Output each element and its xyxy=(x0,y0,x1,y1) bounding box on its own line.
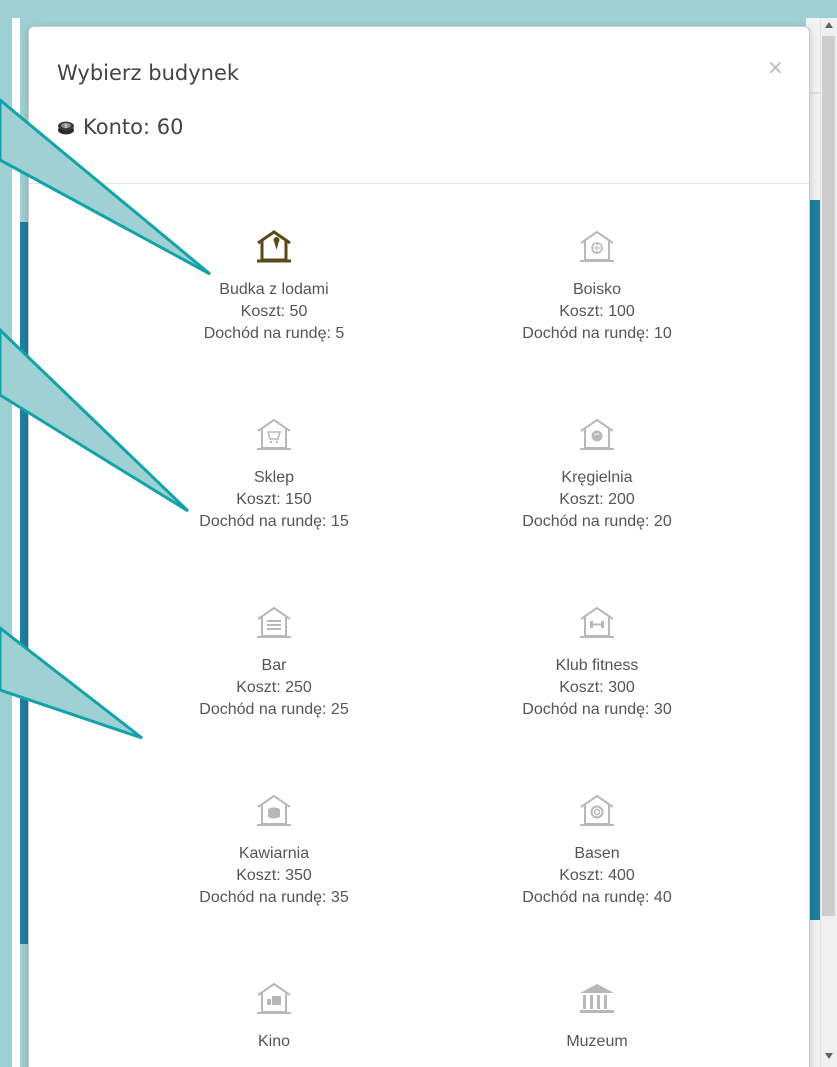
ice-cream-house-icon[interactable] xyxy=(254,229,294,265)
building-option[interactable]: Sklep Koszt: 150 Dochód na rundę: 15 xyxy=(124,417,424,533)
building-option[interactable]: Budka z lodami Koszt: 50 Dochód na rundę: … xyxy=(124,229,424,345)
account-label: Konto: 60 xyxy=(83,115,184,139)
pool-house-icon[interactable] xyxy=(577,793,617,829)
building-cost: Koszt: 400 xyxy=(559,867,635,884)
building-option[interactable]: Kawiarnia Koszt: 350 Dochód na rundę: 35 xyxy=(124,793,424,909)
building-income: Dochód na rundę: 15 xyxy=(199,513,349,530)
building-cost: Koszt: 150 xyxy=(236,491,312,508)
museum-icon[interactable] xyxy=(577,981,617,1017)
building-cost: Koszt: 50 xyxy=(240,303,308,320)
basketball-house-icon[interactable] xyxy=(577,229,617,265)
building-cost: Koszt: 100 xyxy=(559,303,635,320)
frame-left-inner xyxy=(12,18,20,1067)
dumbbell-house-icon[interactable] xyxy=(577,605,617,641)
shop-cart-house-icon[interactable] xyxy=(254,417,294,453)
building-name: Klub fitness xyxy=(555,657,639,674)
building-income: Dochód na rundę: 30 xyxy=(522,701,672,718)
building-option[interactable]: Kręgielnia Koszt: 200 Dochód na rundę: 20 xyxy=(447,417,747,533)
building-name: Kawiarnia xyxy=(238,845,310,862)
bar-house-icon[interactable] xyxy=(254,605,294,641)
coffee-house-icon[interactable] xyxy=(254,793,294,829)
scroll-up-arrow-icon[interactable] xyxy=(825,22,833,28)
building-option[interactable]: Bar Koszt: 250 Dochód na rundę: 25 xyxy=(124,605,424,721)
scrollbar-thumb[interactable] xyxy=(822,36,835,916)
building-cost: Koszt: 300 xyxy=(559,679,635,696)
cinema-house-icon[interactable] xyxy=(254,981,294,1017)
building-income: Dochód na rundę: 35 xyxy=(199,889,349,906)
building-cost: Koszt: 350 xyxy=(236,867,312,884)
building-income: Dochód na rundę: 10 xyxy=(522,325,672,342)
bowling-house-icon[interactable] xyxy=(577,417,617,453)
frame-left xyxy=(0,0,12,1067)
close-button[interactable]: × xyxy=(767,55,784,79)
modal-header-divider xyxy=(29,183,809,184)
building-option[interactable]: Basen Koszt: 400 Dochód na rundę: 40 xyxy=(447,793,747,909)
building-name: Boisko xyxy=(572,281,622,298)
building-income: Dochód na rundę: 40 xyxy=(522,889,672,906)
building-option[interactable]: Klub fitness Koszt: 300 Dochód na rundę: 3… xyxy=(447,605,747,721)
building-income: Dochód na rundę: 25 xyxy=(199,701,349,718)
modal-title: Wybierz budynek xyxy=(57,61,240,85)
building-name: Budka z lodami xyxy=(219,281,329,298)
building-income: Dochód na rundę: 5 xyxy=(203,325,345,342)
building-name: Basen xyxy=(574,845,620,862)
building-name: Muzeum xyxy=(566,1033,628,1050)
building-name: Bar xyxy=(261,657,287,674)
building-option[interactable]: Muzeum xyxy=(447,981,747,1053)
building-cost: Koszt: 250 xyxy=(236,679,312,696)
building-cost: Koszt: 200 xyxy=(559,491,635,508)
building-name: Kino xyxy=(257,1033,291,1050)
scroll-down-arrow-icon[interactable] xyxy=(825,1053,833,1059)
building-option[interactable]: Boisko Koszt: 100 Dochód na rundę: 10 xyxy=(447,229,747,345)
coin-stack-icon: $ xyxy=(58,121,74,135)
svg-text:$: $ xyxy=(64,124,67,130)
account-balance: $ Konto: 60 xyxy=(57,115,183,139)
building-name: Sklep xyxy=(253,469,295,486)
building-name: Kręgielnia xyxy=(561,469,633,486)
building-income: Dochód na rundę: 20 xyxy=(522,513,672,530)
building-option[interactable]: Kino xyxy=(124,981,424,1053)
select-building-modal: Wybierz budynek × $ Konto: 60 Budka z lo… xyxy=(28,26,810,1067)
frame-top xyxy=(0,0,837,18)
